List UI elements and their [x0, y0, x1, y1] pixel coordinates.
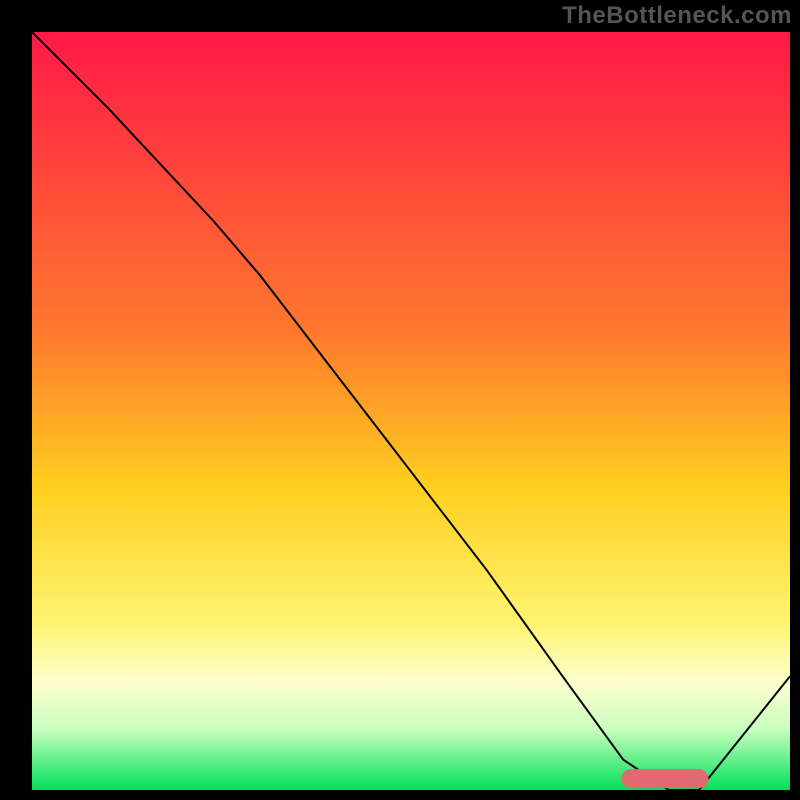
chart-svg: [32, 32, 790, 790]
watermark-text: TheBottleneck.com: [562, 2, 792, 30]
plot-area: [32, 32, 790, 790]
gradient-fill: [32, 32, 790, 790]
chart-frame: TheBottleneck.com: [0, 0, 800, 800]
